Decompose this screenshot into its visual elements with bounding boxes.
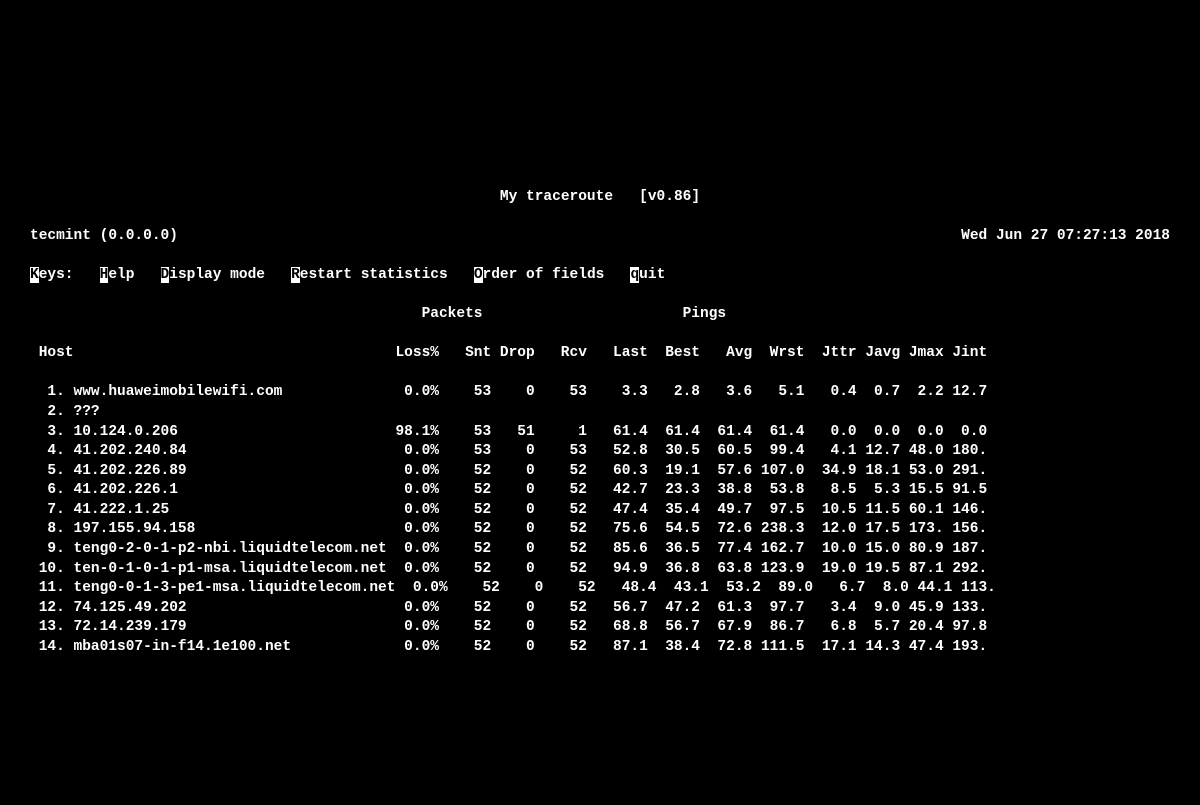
table-row: 1. www.huaweimobilewifi.com 0.0% 53 0 53… (30, 383, 1170, 403)
table-row: 3. 10.124.0.206 98.1% 53 51 1 61.4 61.4 … (30, 423, 1170, 443)
section-headers: Packets Pings (30, 305, 1170, 325)
column-headers: Host Loss% Snt Drop Rcv Last Best Avg Wr… (30, 344, 1170, 364)
display-key[interactable]: D (161, 267, 170, 283)
datetime: Wed Jun 27 07:27:13 2018 (961, 227, 1170, 247)
app-version: [v0.86] (639, 189, 700, 205)
local-host: tecmint (0.0.0.0) (30, 227, 178, 247)
table-row: 2. ??? (30, 403, 1170, 423)
table-row: 6. 41.202.226.1 0.0% 52 0 52 42.7 23.3 3… (30, 481, 1170, 501)
quit-key[interactable]: q (630, 267, 639, 283)
table-row: 4. 41.202.240.84 0.0% 53 0 53 52.8 30.5 … (30, 442, 1170, 462)
table-row: 9. teng0-2-0-1-p2-nbi.liquidtelecom.net … (30, 540, 1170, 560)
table-row: 8. 197.155.94.158 0.0% 52 0 52 75.6 54.5… (30, 520, 1170, 540)
table-row: 12. 74.125.49.202 0.0% 52 0 52 56.7 47.2… (30, 599, 1170, 619)
table-row: 11. teng0-0-1-3-pe1-msa.liquidtelecom.ne… (30, 579, 1170, 599)
data-rows: 1. www.huaweimobilewifi.com 0.0% 53 0 53… (30, 383, 1170, 657)
table-row: 13. 72.14.239.179 0.0% 52 0 52 68.8 56.7… (30, 618, 1170, 638)
order-key[interactable]: O (474, 267, 483, 283)
keys-k[interactable]: K (30, 267, 39, 283)
restart-key[interactable]: R (291, 267, 300, 283)
app-name: My traceroute (500, 189, 613, 205)
keys-line: Keys: Help Display mode Restart statisti… (30, 266, 1170, 286)
app-title: My traceroute [v0.86] (30, 188, 1170, 208)
info-line: tecmint (0.0.0.0) Wed Jun 27 07:27:13 201… (30, 227, 1170, 247)
table-row: 7. 41.222.1.25 0.0% 52 0 52 47.4 35.4 49… (30, 501, 1170, 521)
table-row: 10. ten-0-1-0-1-p1-msa.liquidtelecom.net… (30, 560, 1170, 580)
table-row: 14. mba01s07-in-f14.1e100.net 0.0% 52 0 … (30, 638, 1170, 658)
table-row: 5. 41.202.226.89 0.0% 52 0 52 60.3 19.1 … (30, 462, 1170, 482)
